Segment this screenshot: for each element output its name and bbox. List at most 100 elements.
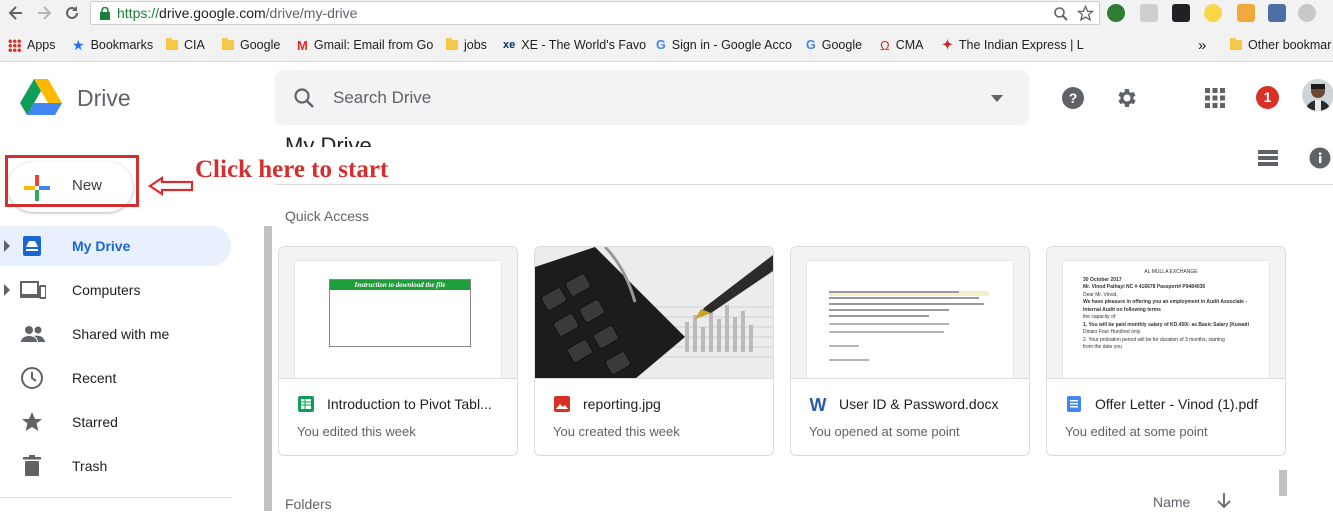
zoom-icon[interactable] [1053,6,1069,22]
quick-access-card-pivot[interactable]: Instruction to download the file Introdu… [278,246,518,456]
preview-line: 2. Your probation period will be for dur… [1083,336,1225,343]
preview-line: from the date you [1083,344,1122,350]
bookmark-jobs[interactable]: jobs [446,36,487,54]
star-icon: ★ [72,36,85,53]
clock-icon [20,366,44,390]
sidebar-scrollbar[interactable] [264,226,272,511]
file-thumbnail: Instruction to download the file [279,247,517,379]
preview-line: We have pleasure in offering you an empl… [1083,299,1248,305]
search-options-dropdown-icon[interactable] [991,95,1003,102]
sheets-file-icon [297,395,315,413]
expand-caret-icon[interactable] [4,284,10,296]
reload-icon[interactable] [62,3,82,23]
preview-line: AL MULLA EXCHANGE [1144,269,1198,275]
document-preview: AL MULLA EXCHANGE 30 October 2017 Mr. Vi… [1063,261,1269,378]
indian-express-icon: ✦ [942,37,953,52]
sort-direction-arrow-icon[interactable] [1217,493,1231,509]
sidebar-item-shared[interactable]: Shared with me [0,314,231,354]
folder-icon [222,38,234,50]
info-icon[interactable] [1309,147,1331,169]
bookmark-cia[interactable]: CIA [166,36,205,54]
document-preview-lines [829,291,989,361]
extension-github-icon[interactable] [1298,4,1316,22]
quick-access-card-reporting[interactable]: reporting.jpg You created this week [534,246,774,456]
settings-gear-icon[interactable] [1114,86,1138,110]
shared-icon [20,322,45,346]
file-thumbnail [535,247,773,379]
help-icon[interactable]: ? [1061,86,1085,110]
quick-access-card-offer-letter[interactable]: AL MULLA EXCHANGE 30 October 2017 Mr. Vi… [1046,246,1286,456]
bookmark-bookmarks[interactable]: ★ Bookmarks [72,36,153,54]
extension-grammarly-icon[interactable] [1107,4,1125,22]
app-name: Drive [77,85,131,111]
url-scheme: https:// [117,5,160,21]
browser-chrome: https://drive.google.com/drive/my-drive … [0,0,1333,62]
extension-check-icon[interactable] [1172,4,1190,22]
folder-icon [166,38,178,50]
drive-logo-icon[interactable] [20,79,62,115]
file-activity: You edited this week [297,424,416,439]
annotation-text: Click here to start [195,156,389,183]
bookmark-indian-express[interactable]: ✦ The Indian Express | L [942,36,1084,54]
bookmarks-bar: Apps ★ Bookmarks CIA Google M Gmail: Ema… [0,31,1333,59]
forward-icon[interactable] [34,3,54,23]
svg-text:?: ? [1069,90,1078,106]
back-icon[interactable] [6,3,26,23]
quick-access-card-user-id[interactable]: W User ID & Password.docx You opened at … [790,246,1030,456]
apps-grid-icon[interactable] [1205,88,1225,108]
search-icon[interactable] [292,86,316,110]
file-name: Introduction to Pivot Tabl... [327,396,492,412]
sidebar-item-label: Shared with me [72,326,170,342]
bookmark-gmail[interactable]: M Gmail: Email from Go [297,36,433,54]
address-bar[interactable]: https://drive.google.com/drive/my-drive [90,1,1100,25]
bookmark-other[interactable]: Other bookmar [1230,36,1331,54]
preview-line: 30 October 2017 [1083,276,1122,283]
extension-user-icon[interactable] [1268,4,1286,22]
folder-icon [446,38,458,50]
sidebar-item-recent[interactable]: Recent [0,358,231,398]
extension-icon[interactable] [1140,4,1158,22]
bookmark-google[interactable]: G Google [806,36,862,54]
sidebar-item-my-drive[interactable]: My Drive [0,226,231,266]
lock-icon [99,7,111,20]
bookmark-xe[interactable]: xe XE - The World's Favo [503,36,646,54]
cma-icon: Ω [880,37,890,53]
file-name: reporting.jpg [583,396,661,412]
search-input[interactable]: Search Drive [333,88,431,108]
sidebar-item-trash[interactable]: Trash [0,446,231,486]
bookmark-star-icon[interactable] [1077,5,1094,22]
bookmarks-overflow-button[interactable]: » [1198,36,1206,54]
file-activity: You created this week [553,424,680,439]
list-view-icon[interactable] [1258,150,1278,166]
sheet-preview: Instruction to download the file [295,261,501,378]
preview-line: Mr. Vinod Pathayi NC # 416678 Passport# … [1083,284,1206,290]
notifications-badge[interactable]: 1 [1256,86,1279,109]
avatar[interactable] [1302,79,1333,111]
sort-by-name-button[interactable]: Name [1153,494,1190,510]
document-preview [807,261,1013,378]
image-file-icon [553,395,571,413]
sidebar-divider [0,497,231,498]
bookmark-google-folder[interactable]: Google [222,36,280,54]
main-scrollbar[interactable] [1279,470,1287,496]
my-drive-icon [20,234,44,258]
search-box[interactable]: Search Drive [275,70,1029,125]
file-activity: You opened at some point [809,424,960,439]
file-thumbnail: AL MULLA EXCHANGE 30 October 2017 Mr. Vi… [1047,247,1285,379]
bookmark-apps[interactable]: Apps [8,36,56,54]
preview-line: Dear Mr. Vinod, [1083,291,1118,298]
bookmark-cma[interactable]: Ω CMA [880,36,924,54]
bookmark-google-signin[interactable]: G Sign in - Google Acco [656,36,792,54]
sidebar-item-label: My Drive [72,238,131,254]
extension-honey-icon[interactable] [1204,4,1222,22]
sidebar-item-computers[interactable]: Computers [0,270,231,310]
preview-line: Internal Audit on following terms [1083,306,1161,313]
sidebar-item-label: Recent [72,370,117,386]
sidebar-item-starred[interactable]: Starred [0,402,231,442]
word-file-icon: W [809,395,827,413]
extension-off-icon[interactable] [1237,4,1255,22]
google-g-icon: G [806,38,816,52]
expand-caret-icon[interactable] [4,240,10,252]
apps-grid-icon [8,38,21,52]
page-title[interactable]: My Drive [285,131,372,147]
